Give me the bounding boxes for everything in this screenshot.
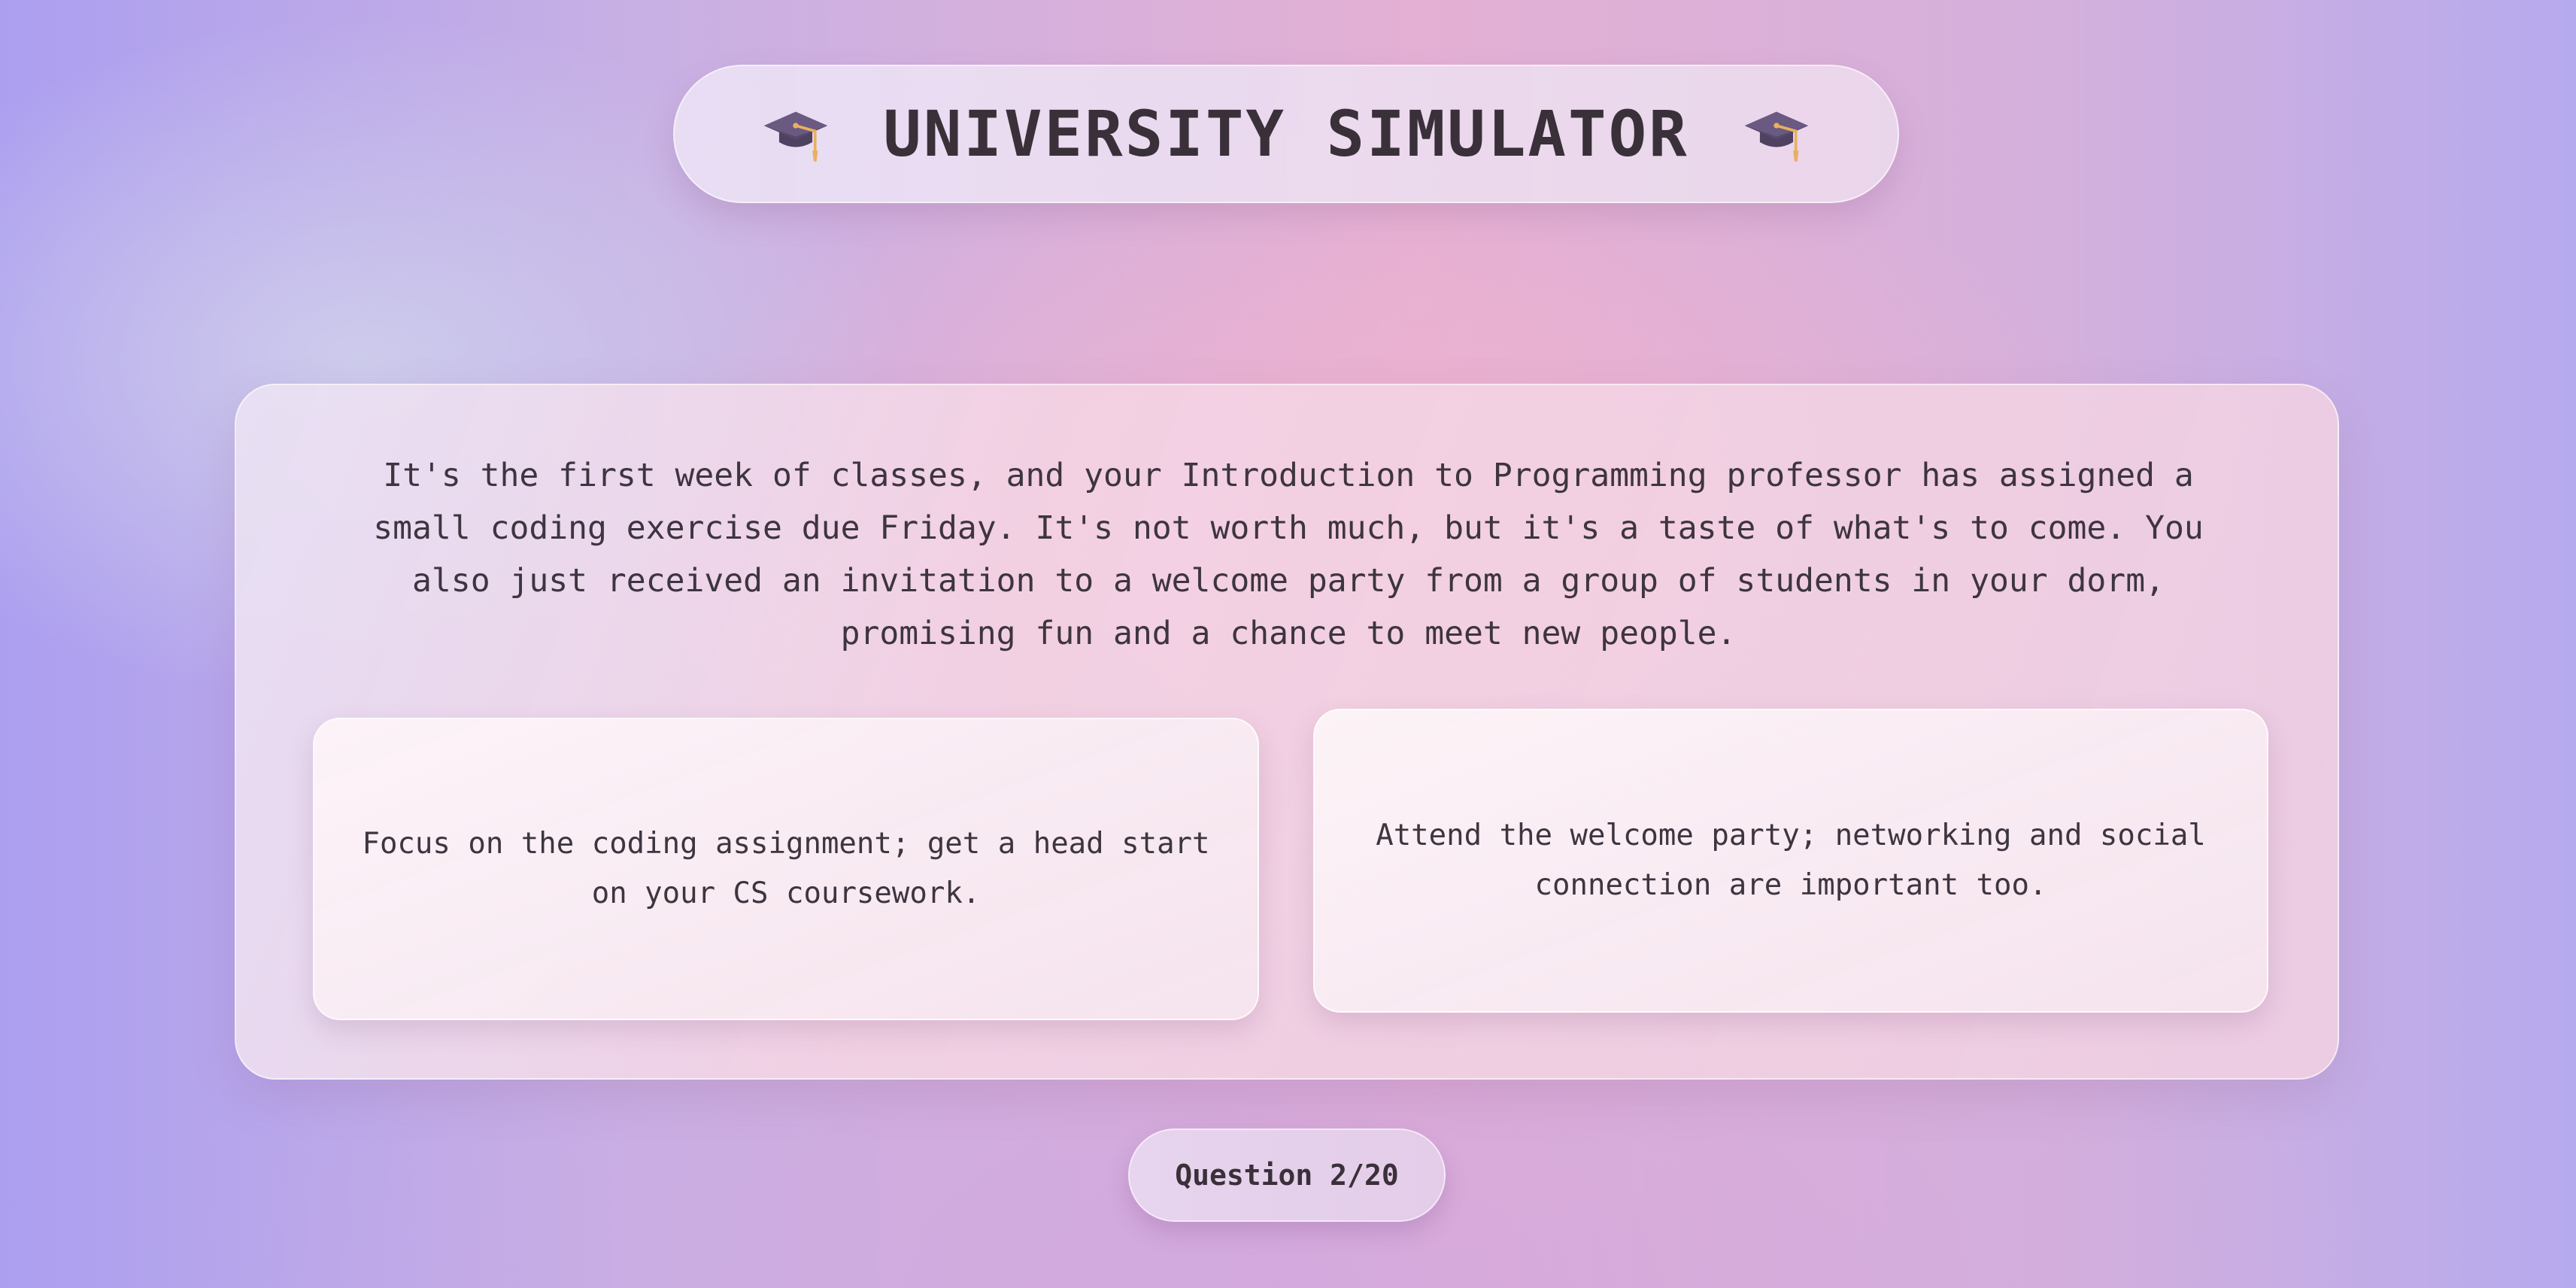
scenario-text: It's the first week of classes, and your… — [373, 457, 2204, 652]
question-counter: Question 2/20 — [1128, 1129, 1446, 1222]
title-banner: UNIVERSITY SIMULATOR — [673, 65, 1899, 203]
choice-label: Attend the welcome party; networking and… — [1376, 819, 2206, 902]
choice-button-coding[interactable]: Focus on the coding assignment; get a he… — [313, 718, 1259, 1020]
choice-label: Focus on the coding assignment; get a he… — [362, 827, 1210, 910]
choice-button-party[interactable]: Attend the welcome party; networking and… — [1313, 709, 2268, 1013]
question-counter-label: Question 2/20 — [1175, 1159, 1399, 1192]
graduation-cap-icon — [763, 111, 828, 162]
graduation-cap-icon — [1744, 111, 1809, 162]
page-title: UNIVERSITY SIMULATOR — [883, 97, 1689, 171]
scenario-card: It's the first week of classes, and your… — [235, 384, 2339, 1080]
